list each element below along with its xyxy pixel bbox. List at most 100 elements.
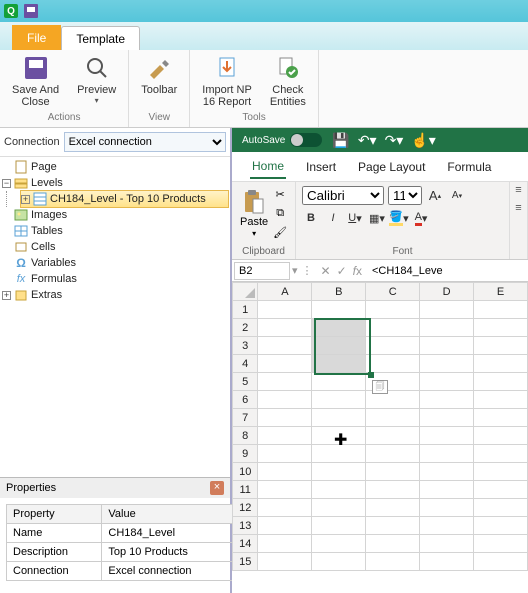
menu-home[interactable]: Home: [250, 155, 286, 179]
cell-A3[interactable]: [258, 337, 312, 355]
cell-E9[interactable]: [474, 445, 528, 463]
font-size-select[interactable]: 11: [388, 186, 422, 205]
cell-A10[interactable]: [258, 463, 312, 481]
name-box[interactable]: B2: [234, 262, 290, 280]
cell-A6[interactable]: [258, 391, 312, 409]
toolbar-button[interactable]: Toolbar: [137, 52, 181, 98]
tab-file[interactable]: File: [12, 25, 61, 50]
cell-B7[interactable]: [312, 409, 366, 427]
cell-E12[interactable]: [474, 499, 528, 517]
tree-images[interactable]: Images: [2, 207, 228, 223]
cell-E2[interactable]: [474, 319, 528, 337]
cell-B5[interactable]: [312, 373, 366, 391]
tree-tables[interactable]: Tables: [2, 223, 228, 239]
import-np16-button[interactable]: Import NP 16 Report: [198, 52, 256, 110]
bold-button[interactable]: B: [302, 209, 320, 227]
format-painter-icon[interactable]: 🖌: [272, 224, 288, 240]
cell-C1[interactable]: [366, 301, 420, 319]
cell-D6[interactable]: [420, 391, 474, 409]
fx-cancel-icon[interactable]: ✕: [321, 264, 331, 278]
formula-value[interactable]: <CH184_Leve: [368, 265, 528, 277]
borders-button[interactable]: ▦▾: [368, 209, 386, 227]
cell-D5[interactable]: [420, 373, 474, 391]
cell-A13[interactable]: [258, 517, 312, 535]
fx-icon[interactable]: fx: [353, 264, 362, 278]
cell-C11[interactable]: [366, 481, 420, 499]
cell-E7[interactable]: [474, 409, 528, 427]
cell-B6[interactable]: [312, 391, 366, 409]
cell-E1[interactable]: [474, 301, 528, 319]
qat-save-icon[interactable]: 💾: [332, 132, 349, 149]
save-and-close-button[interactable]: Save And Close: [8, 52, 63, 110]
close-icon[interactable]: ×: [210, 481, 224, 495]
entity-tree[interactable]: Page −Levels +CH184_Level - Top 10 Produ…: [0, 157, 230, 477]
qat-undo-icon[interactable]: ↶▾: [358, 132, 377, 149]
cell-C15[interactable]: [366, 553, 420, 571]
cell-E15[interactable]: [474, 553, 528, 571]
qat-touch-icon[interactable]: ☝▾: [411, 132, 435, 149]
cell-A7[interactable]: [258, 409, 312, 427]
cell-E11[interactable]: [474, 481, 528, 499]
cell-E6[interactable]: [474, 391, 528, 409]
tree-level-item[interactable]: +CH184_Level - Top 10 Products: [21, 191, 228, 207]
cell-B11[interactable]: [312, 481, 366, 499]
cell-D9[interactable]: [420, 445, 474, 463]
cell-E4[interactable]: [474, 355, 528, 373]
menu-pagelayout[interactable]: Page Layout: [356, 156, 427, 178]
cell-A1[interactable]: [258, 301, 312, 319]
cell-D13[interactable]: [420, 517, 474, 535]
check-entities-button[interactable]: Check Entities: [266, 52, 310, 110]
cell-D7[interactable]: [420, 409, 474, 427]
cell-C2[interactable]: [366, 319, 420, 337]
cell-D2[interactable]: [420, 319, 474, 337]
copy-icon[interactable]: ⧉: [272, 205, 288, 221]
cell-C3[interactable]: [366, 337, 420, 355]
font-color-button[interactable]: A▾: [412, 209, 430, 227]
cell-C8[interactable]: [366, 427, 420, 445]
cell-D15[interactable]: [420, 553, 474, 571]
tree-cells[interactable]: Cells: [2, 239, 228, 255]
cell-D8[interactable]: [420, 427, 474, 445]
qat-redo-icon[interactable]: ↷▾: [385, 132, 404, 149]
decrease-font-icon[interactable]: A▾: [448, 187, 466, 205]
paste-button[interactable]: Paste ▾: [238, 189, 270, 238]
tree-formulas[interactable]: fxFormulas: [2, 271, 228, 287]
cell-A9[interactable]: [258, 445, 312, 463]
menu-formulas[interactable]: Formula: [445, 156, 493, 178]
cell-C13[interactable]: [366, 517, 420, 535]
align-top-icon[interactable]: ≡: [515, 184, 521, 196]
cell-E5[interactable]: [474, 373, 528, 391]
fx-accept-icon[interactable]: ✓: [337, 264, 347, 278]
cell-D12[interactable]: [420, 499, 474, 517]
paste-options-icon[interactable]: 🗐: [372, 380, 388, 394]
cell-A14[interactable]: [258, 535, 312, 553]
tree-variables[interactable]: ΩVariables: [2, 255, 228, 271]
tree-page[interactable]: Page: [2, 159, 228, 175]
cell-C4[interactable]: [366, 355, 420, 373]
quick-save-icon[interactable]: [24, 4, 38, 18]
tab-template[interactable]: Template: [61, 26, 140, 50]
cell-D10[interactable]: [420, 463, 474, 481]
autosave-toggle[interactable]: AutoSave: [242, 133, 322, 147]
cell-E13[interactable]: [474, 517, 528, 535]
cell-D1[interactable]: [420, 301, 474, 319]
cell-E8[interactable]: [474, 427, 528, 445]
cell-E3[interactable]: [474, 337, 528, 355]
preview-button[interactable]: Preview ▾: [73, 52, 120, 110]
cell-A12[interactable]: [258, 499, 312, 517]
cell-B10[interactable]: [312, 463, 366, 481]
underline-button[interactable]: U▾: [346, 209, 364, 227]
cell-A8[interactable]: [258, 427, 312, 445]
connection-select[interactable]: Excel connection: [64, 132, 226, 152]
tree-extras[interactable]: +Extras: [2, 287, 228, 303]
align-left-icon[interactable]: ≡: [515, 202, 521, 214]
cell-B1[interactable]: [312, 301, 366, 319]
cell-C14[interactable]: [366, 535, 420, 553]
cell-A15[interactable]: [258, 553, 312, 571]
cell-C9[interactable]: [366, 445, 420, 463]
cell-C7[interactable]: [366, 409, 420, 427]
cell-B13[interactable]: [312, 517, 366, 535]
cell-D4[interactable]: [420, 355, 474, 373]
cell-B15[interactable]: [312, 553, 366, 571]
fill-color-button[interactable]: 🪣▾: [390, 209, 408, 227]
